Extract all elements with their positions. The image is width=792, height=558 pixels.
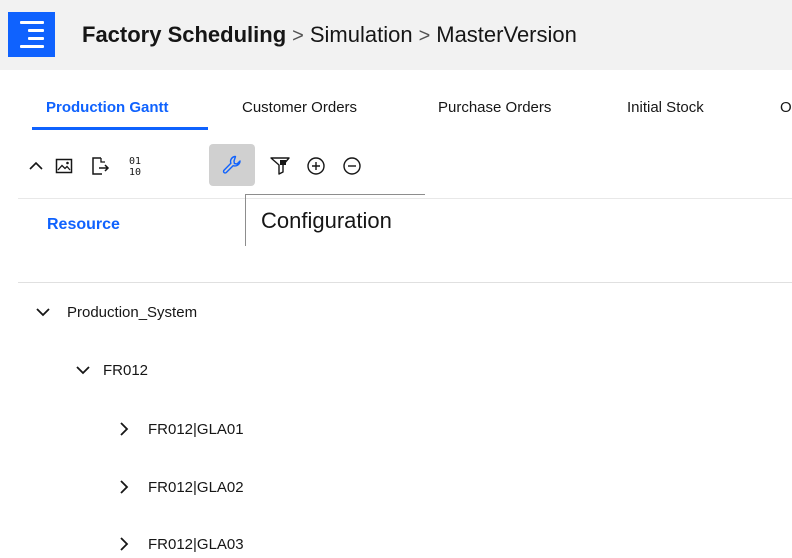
column-header-resource[interactable]: Resource xyxy=(47,216,120,234)
gantt-toolbar: 01 10 xyxy=(18,144,438,186)
wrench-icon[interactable] xyxy=(209,144,255,186)
chevron-down-icon[interactable] xyxy=(73,360,93,380)
configuration-tooltip: Configuration xyxy=(261,208,392,233)
tree-row-label: FR012|GLA02 xyxy=(148,478,244,496)
tree-row[interactable]: Production_System xyxy=(33,302,197,322)
tab-production-gantt[interactable]: Production Gantt xyxy=(46,99,169,116)
breadcrumb-app[interactable]: Factory Scheduling xyxy=(82,22,286,47)
breadcrumb-simulation[interactable]: Simulation xyxy=(310,22,413,47)
filter-icon[interactable] xyxy=(264,150,296,182)
chevron-right-icon[interactable] xyxy=(114,419,134,439)
active-tab-indicator xyxy=(32,127,208,130)
svg-text:10: 10 xyxy=(129,167,141,178)
tree-row-label: FR012|GLA01 xyxy=(148,420,244,438)
divider xyxy=(18,282,792,283)
tab-customer-orders[interactable]: Customer Orders xyxy=(242,99,357,116)
divider xyxy=(18,198,792,199)
tree-row-label: FR012 xyxy=(103,361,149,379)
hamburger-menu-icon[interactable] xyxy=(8,12,55,57)
breadcrumb-separator: > xyxy=(418,25,431,47)
image-icon[interactable] xyxy=(48,150,80,182)
tree-row-label: FR012|GLA03 xyxy=(148,535,244,553)
zoom-out-icon[interactable] xyxy=(336,150,368,182)
zoom-in-icon[interactable] xyxy=(300,150,332,182)
chevron-right-icon[interactable] xyxy=(114,477,134,497)
tree-row[interactable]: FR012|GLA03 xyxy=(114,534,244,554)
tree-row[interactable]: FR012|GLA02 xyxy=(114,477,244,497)
svg-text:01: 01 xyxy=(129,156,141,167)
chevron-down-icon[interactable] xyxy=(33,302,53,322)
chevron-right-icon[interactable] xyxy=(114,534,134,554)
binary-icon[interactable]: 01 10 xyxy=(121,150,153,182)
tree-row[interactable]: FR012 xyxy=(73,360,148,380)
tab-purchase-orders[interactable]: Purchase Orders xyxy=(438,99,551,116)
tab-initial-stock[interactable]: Initial Stock xyxy=(627,99,704,116)
export-icon[interactable] xyxy=(84,150,116,182)
tooltip-border xyxy=(245,194,246,246)
tab-bar: Production Gantt Customer Orders Purchas… xyxy=(18,84,792,132)
tree-row[interactable]: FR012|GLA01 xyxy=(114,419,244,439)
app-header: Factory Scheduling > Simulation > MasterVers… xyxy=(0,0,792,70)
breadcrumb-masterversion[interactable]: MasterVersion xyxy=(436,22,577,47)
tooltip-border xyxy=(245,194,425,195)
tab-overflow[interactable]: O xyxy=(780,99,792,116)
breadcrumb-separator: > xyxy=(292,25,304,47)
tree-row-label: Production_System xyxy=(67,303,198,321)
breadcrumb: Factory Scheduling > Simulation > MasterVers… xyxy=(82,20,577,51)
